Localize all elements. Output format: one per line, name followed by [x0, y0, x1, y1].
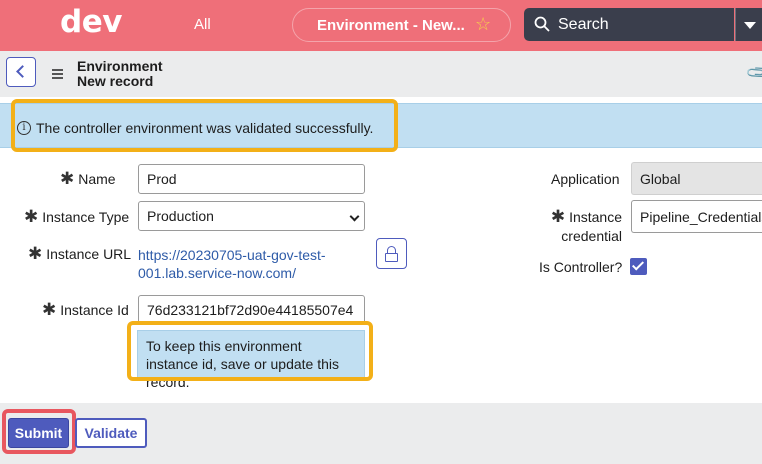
name-field[interactable]: Prod	[138, 164, 365, 194]
highlight-outline-submit	[2, 409, 76, 454]
instance-url-label: ✱ Instance URL	[28, 244, 132, 264]
context-title: Environment - New...	[317, 17, 465, 34]
form-header: Environment New record 📎	[0, 51, 762, 97]
is-controller-checkbox[interactable]	[630, 258, 647, 275]
context-menu-icon[interactable]	[52, 69, 63, 81]
instance-logo[interactable]: dev	[60, 4, 122, 40]
top-banner: dev All Environment - New... ☆ Search	[0, 0, 762, 51]
mandatory-asterisk-icon: ✱	[24, 207, 39, 227]
attachment-paperclip-icon[interactable]: 📎	[745, 58, 762, 87]
mandatory-asterisk-icon: ✱	[550, 207, 566, 227]
context-pill[interactable]: Environment - New... ☆	[292, 8, 511, 42]
back-button[interactable]	[6, 57, 36, 87]
highlight-outline-hint	[127, 321, 373, 381]
instance-credential-label: ✱ Instance credential	[550, 207, 622, 245]
search-placeholder: Search	[558, 16, 609, 33]
unlock-url-button[interactable]	[376, 238, 407, 269]
chevron-down-icon	[349, 211, 360, 222]
highlight-outline-info	[11, 99, 398, 152]
instance-type-value: Production	[147, 208, 214, 224]
chevron-down-icon	[744, 22, 756, 29]
name-label: ✱ Name	[60, 169, 116, 189]
search-scope-dropdown[interactable]	[735, 8, 762, 41]
form-title: Environment New record	[77, 59, 163, 89]
mandatory-asterisk-icon: ✱	[60, 169, 75, 189]
mandatory-asterisk-icon: ✱	[42, 300, 57, 320]
search-icon	[534, 16, 550, 32]
all-menu-link[interactable]: All	[194, 16, 211, 33]
instance-credential-field[interactable]: Pipeline_Credentials	[631, 200, 762, 233]
form-title-record: New record	[77, 73, 154, 89]
instance-type-select[interactable]: Production	[138, 201, 365, 231]
form-title-table: Environment	[77, 58, 163, 74]
mandatory-asterisk-icon: ✱	[28, 244, 43, 264]
global-search[interactable]: Search	[524, 8, 734, 41]
application-field: Global	[631, 162, 762, 195]
validate-button[interactable]: Validate	[75, 418, 147, 448]
instance-type-label: ✱ Instance Type	[24, 207, 130, 227]
chevron-left-icon	[16, 65, 29, 78]
is-controller-label: Is Controller?	[539, 259, 623, 275]
checkmark-icon	[631, 258, 645, 271]
instance-url-link[interactable]: https://20230705-uat-gov-test- 001.lab.s…	[138, 246, 326, 282]
instance-id-label: ✱ Instance Id	[42, 300, 129, 320]
favorite-star-icon[interactable]: ☆	[475, 14, 491, 35]
application-label: Application	[551, 171, 620, 187]
